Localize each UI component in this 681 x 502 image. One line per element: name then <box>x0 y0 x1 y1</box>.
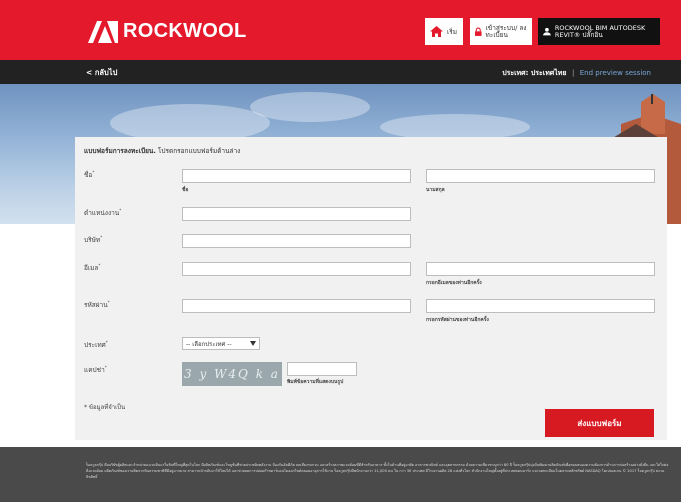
home-label: เริ่ม <box>447 27 457 36</box>
captcha-label-text: แคปช่า <box>84 366 105 375</box>
captcha-label: แคปช่า* <box>84 365 107 375</box>
site-footer: ร็อควูลกรุ๊ป คือบริษัทผู้ผลิตและจำหน่ายฉ… <box>0 447 681 502</box>
site-header: ROCKWOOL เริ่ม เข้าสู่ระบบ/ ลงทะเบียน RO… <box>0 0 681 60</box>
required-star: * <box>92 170 95 175</box>
last-name-sub: นามสกุล <box>426 187 445 193</box>
position-label: ตำแหน่งงาน* <box>84 208 121 218</box>
login-register-button[interactable]: เข้าสู่ระบบ/ ลงทะเบียน <box>470 18 532 45</box>
captcha-sub: พิมพ์ข้อความที่แสดงบนรูป <box>287 379 344 385</box>
cloud-shape <box>250 92 370 122</box>
email-confirm-input[interactable] <box>426 262 655 276</box>
last-name-input[interactable] <box>426 169 655 183</box>
company-input[interactable] <box>182 234 411 248</box>
logo-text: ROCKWOOL <box>123 20 247 42</box>
position-label-text: ตำแหน่งงาน <box>84 209 120 218</box>
nav-bar: < กลับไป ประเทศ: ประเทศไทย | End preview… <box>0 60 681 84</box>
password-input[interactable] <box>182 299 411 313</box>
country-label: ประเทศ: ประเทศไทย <box>502 69 567 77</box>
password-label-text: รหัสผ่าน <box>84 301 108 310</box>
company-label: บริษัท* <box>84 235 102 245</box>
required-star: * <box>104 365 107 370</box>
required-star: * <box>98 263 101 268</box>
home-button[interactable]: เริ่ม <box>425 18 463 45</box>
nav-separator: | <box>571 69 575 77</box>
password-label: รหัสผ่าน* <box>84 300 110 310</box>
required-note: * ข้อมูลที่จำเป็น <box>84 404 126 411</box>
email-confirm-sub: กรอกอีเมลของท่านอีกครั้ง <box>426 280 482 286</box>
home-icon <box>430 26 443 37</box>
rockwool-logo[interactable]: ROCKWOOL <box>88 20 247 43</box>
required-star: * <box>107 300 110 305</box>
captcha-input[interactable] <box>287 362 357 376</box>
country-field-label-text: ประเทศ <box>84 341 106 350</box>
form-heading-text: โปรดกรอกแบบฟอร์มด้านล่าง <box>155 147 241 155</box>
company-label-text: บริษัท <box>84 236 101 245</box>
position-input[interactable] <box>182 207 411 221</box>
required-star: * <box>100 235 103 240</box>
captcha-image: 3 y W4Q k a <box>182 362 282 386</box>
bim-label: ROCKWOOL BIM AUTODESK REVIT® ปลั๊กอิน <box>554 23 646 39</box>
first-name-sub: ชื่อ <box>182 187 189 193</box>
name-label: ชื่อ* <box>84 170 94 180</box>
form-heading-bold: แบบฟอร์มการลงทะเบียน. <box>84 147 156 155</box>
login-label: เข้าสู่ระบบ/ ลงทะเบียน <box>485 23 527 39</box>
form-heading: แบบฟอร์มการลงทะเบียน. โปรดกรอกแบบฟอร์มด้… <box>84 146 240 156</box>
lock-icon <box>475 27 482 36</box>
chevron-down-icon <box>250 341 256 346</box>
country-select-value: -- เลือกประเทศ -- <box>186 340 232 348</box>
rockwool-logo-icon <box>88 20 118 43</box>
bim-plugin-button[interactable]: ROCKWOOL BIM AUTODESK REVIT® ปลั๊กอิน <box>538 18 660 45</box>
submit-button[interactable]: ส่งแบบฟอร์ม <box>545 409 654 437</box>
country-select[interactable]: -- เลือกประเทศ -- <box>182 337 260 350</box>
email-input[interactable] <box>182 262 411 276</box>
required-star: * <box>119 208 122 213</box>
required-star: * <box>105 340 108 345</box>
footer-text: ร็อควูลกรุ๊ป คือบริษัทผู้ผลิตและจำหน่ายฉ… <box>86 463 669 479</box>
back-link[interactable]: < กลับไป <box>86 67 117 79</box>
first-name-input[interactable] <box>182 169 411 183</box>
registration-form: แบบฟอร์มการลงทะเบียน. โปรดกรอกแบบฟอร์มด้… <box>75 137 667 440</box>
email-label-text: อีเมล <box>84 264 99 273</box>
country-field-label: ประเทศ* <box>84 340 108 350</box>
end-preview-link[interactable]: End preview session <box>580 69 651 77</box>
password-confirm-sub: กรอกรหัสผ่านของท่านอีกครั้ง <box>426 317 489 323</box>
user-icon <box>543 27 551 36</box>
country-info: ประเทศ: ประเทศไทย | End preview session <box>502 68 651 79</box>
email-label: อีเมล* <box>84 263 100 273</box>
password-confirm-input[interactable] <box>426 299 655 313</box>
